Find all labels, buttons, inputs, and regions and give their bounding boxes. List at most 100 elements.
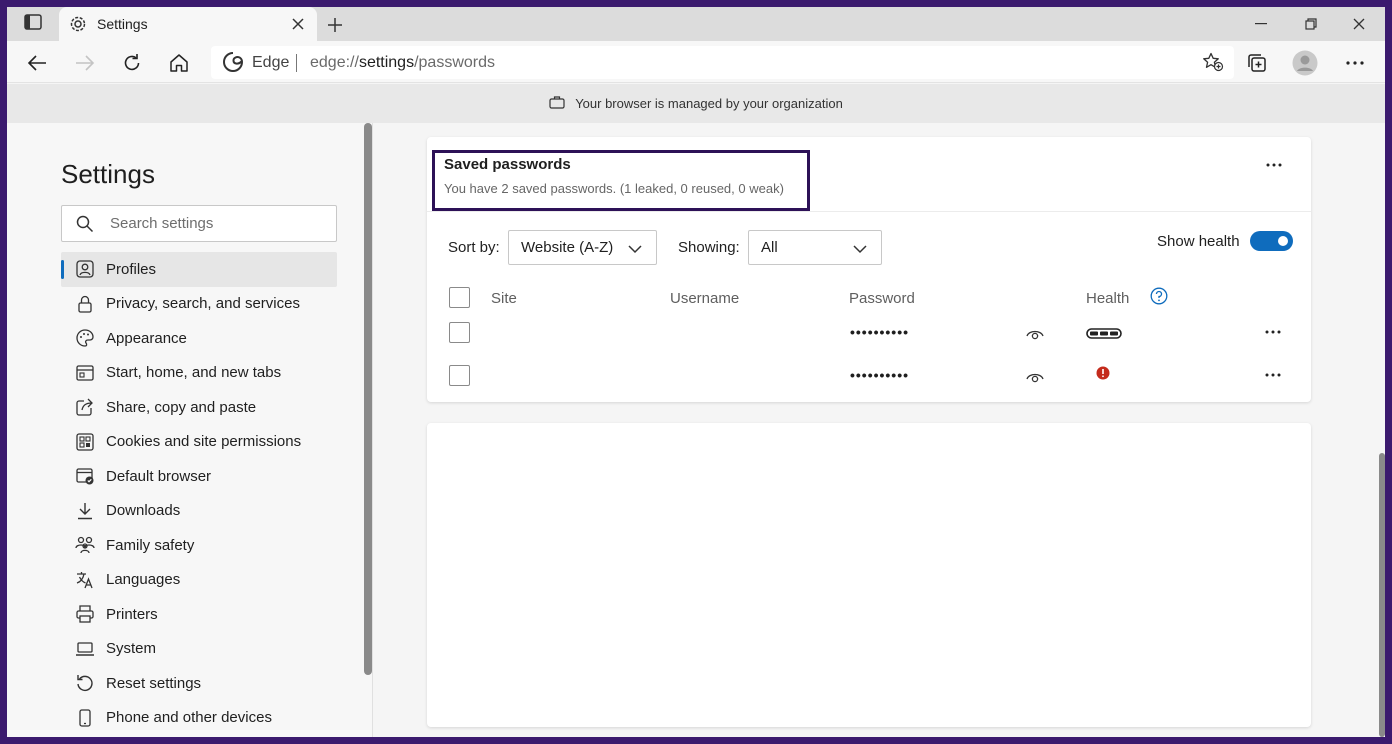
plus-icon bbox=[328, 18, 342, 32]
collections-icon bbox=[1248, 54, 1266, 72]
settings-nav: Profiles Privacy, search, and services A… bbox=[61, 252, 337, 735]
sidebar-item-label: Family safety bbox=[106, 536, 195, 554]
briefcase-icon bbox=[549, 95, 565, 112]
settings-title: Settings bbox=[61, 159, 155, 189]
home-icon bbox=[170, 54, 188, 72]
leaked-warning-icon[interactable] bbox=[1096, 366, 1110, 385]
showing-select[interactable]: All bbox=[748, 230, 882, 265]
tab-actions-button[interactable] bbox=[19, 13, 47, 35]
tab-settings[interactable]: Settings bbox=[59, 7, 317, 41]
home-button[interactable] bbox=[165, 49, 193, 77]
forward-button[interactable] bbox=[71, 49, 99, 77]
sidebar-item-appearance[interactable]: Appearance bbox=[61, 321, 337, 356]
restore-button[interactable] bbox=[1299, 13, 1323, 35]
sidebar-item-share-copy-paste[interactable]: Share, copy and paste bbox=[61, 390, 337, 425]
sidebar-item-profiles[interactable]: Profiles bbox=[61, 252, 337, 287]
row-checkbox[interactable] bbox=[449, 322, 470, 343]
default-browser-icon bbox=[75, 466, 95, 486]
passwords-main: Saved passwords You have 2 saved passwor… bbox=[374, 123, 1385, 737]
phone-icon bbox=[75, 708, 95, 728]
sidebar-item-printers[interactable]: Printers bbox=[61, 597, 337, 632]
managed-banner: Your browser is managed by your organiza… bbox=[7, 84, 1385, 123]
close-tab-button[interactable] bbox=[287, 13, 309, 35]
row-checkbox[interactable] bbox=[449, 365, 470, 386]
languages-icon bbox=[75, 570, 95, 590]
sidebar-item-label: Profiles bbox=[106, 260, 157, 278]
tab-strip: Settings bbox=[7, 7, 1385, 41]
back-arrow-icon bbox=[27, 55, 46, 71]
sort-by-select[interactable]: Website (A-Z) bbox=[508, 230, 657, 265]
sidebar-item-label: Cookies and site permissions bbox=[106, 433, 302, 451]
show-health-toggle[interactable] bbox=[1250, 231, 1293, 251]
download-icon bbox=[75, 501, 95, 521]
column-health[interactable]: Health bbox=[1086, 290, 1129, 307]
sidebar-scrollbar[interactable] bbox=[364, 123, 372, 675]
url-text[interactable]: edge://settings/passwords bbox=[310, 54, 495, 72]
tab-title: Settings bbox=[97, 16, 148, 32]
chevron-down-icon bbox=[628, 241, 642, 258]
search-settings-input[interactable]: Search settings bbox=[61, 205, 337, 242]
refresh-button[interactable] bbox=[118, 49, 146, 77]
sidebar-item-family-safety[interactable]: Family safety bbox=[61, 528, 337, 563]
help-icon[interactable] bbox=[1150, 287, 1168, 310]
search-placeholder: Search settings bbox=[110, 215, 214, 232]
sidebar-item-label: Default browser bbox=[106, 467, 212, 485]
eye-icon[interactable] bbox=[1026, 327, 1044, 345]
column-password[interactable]: Password bbox=[849, 290, 915, 307]
gear-icon bbox=[69, 15, 87, 38]
sidebar-item-cookies[interactable]: Cookies and site permissions bbox=[61, 425, 337, 460]
sidebar-item-reset[interactable]: Reset settings bbox=[61, 666, 337, 701]
add-favorite-button[interactable] bbox=[1202, 52, 1224, 77]
more-horizontal-icon bbox=[1346, 61, 1364, 65]
row-more-button[interactable] bbox=[1262, 368, 1284, 382]
sidebar-item-start-home[interactable]: Start, home, and new tabs bbox=[61, 356, 337, 391]
sidebar-item-phone-devices[interactable]: Phone and other devices bbox=[61, 701, 337, 736]
sidebar-item-system[interactable]: System bbox=[61, 632, 337, 667]
passwords-more-button[interactable] bbox=[1261, 155, 1287, 175]
toolbar: Edge edge://settings/passwords bbox=[7, 41, 1385, 83]
cookies-icon bbox=[75, 432, 95, 452]
chevron-down-icon bbox=[853, 241, 867, 258]
more-options-button[interactable] bbox=[1341, 49, 1369, 77]
password-value: •••••••••• bbox=[850, 324, 910, 340]
select-all-checkbox[interactable] bbox=[449, 287, 470, 308]
eye-icon[interactable] bbox=[1026, 370, 1044, 388]
start-page-icon bbox=[75, 363, 95, 383]
saved-passwords-header: Saved passwords You have 2 saved passwor… bbox=[427, 137, 1311, 212]
column-username[interactable]: Username bbox=[670, 290, 739, 307]
tab-actions-icon bbox=[24, 13, 42, 35]
collections-button[interactable] bbox=[1243, 49, 1271, 77]
sidebar-item-languages[interactable]: Languages bbox=[61, 563, 337, 598]
minimize-button[interactable] bbox=[1249, 13, 1273, 35]
row-more-button[interactable] bbox=[1262, 325, 1284, 339]
close-icon bbox=[292, 18, 304, 30]
main-scrollbar[interactable] bbox=[1379, 453, 1385, 737]
close-window-button[interactable] bbox=[1347, 13, 1371, 35]
more-horizontal-icon bbox=[1265, 373, 1281, 377]
sidebar-item-downloads[interactable]: Downloads bbox=[61, 494, 337, 529]
show-health-label: Show health bbox=[1157, 233, 1240, 250]
reset-icon bbox=[75, 673, 95, 693]
edge-logo-icon bbox=[223, 52, 244, 77]
sidebar-item-privacy[interactable]: Privacy, search, and services bbox=[61, 287, 337, 322]
close-window-icon bbox=[1353, 18, 1365, 30]
showing-value: All bbox=[761, 239, 778, 256]
site-identity-label: Edge bbox=[252, 54, 290, 71]
settings-sidebar: Settings Search settings Profiles Privac… bbox=[7, 123, 373, 737]
sort-by-label: Sort by: bbox=[448, 239, 500, 256]
column-site[interactable]: Site bbox=[491, 290, 517, 307]
password-value: •••••••••• bbox=[850, 367, 910, 383]
sidebar-item-default-browser[interactable]: Default browser bbox=[61, 459, 337, 494]
saved-passwords-summary: You have 2 saved passwords. (1 leaked, 0… bbox=[444, 181, 784, 196]
address-bar[interactable]: Edge edge://settings/passwords bbox=[211, 46, 1234, 79]
saved-passwords-card: Saved passwords You have 2 saved passwor… bbox=[427, 137, 1311, 402]
saved-passwords-title: Saved passwords bbox=[444, 156, 571, 173]
back-button[interactable] bbox=[23, 49, 51, 77]
sidebar-item-label: Downloads bbox=[106, 502, 181, 520]
profile-button[interactable] bbox=[1291, 49, 1319, 77]
sidebar-item-label: System bbox=[106, 640, 157, 658]
address-separator bbox=[296, 54, 297, 72]
new-tab-button[interactable] bbox=[323, 13, 347, 37]
managed-notice-text: Your browser is managed by your organiza… bbox=[575, 96, 843, 111]
lock-icon bbox=[75, 294, 95, 314]
